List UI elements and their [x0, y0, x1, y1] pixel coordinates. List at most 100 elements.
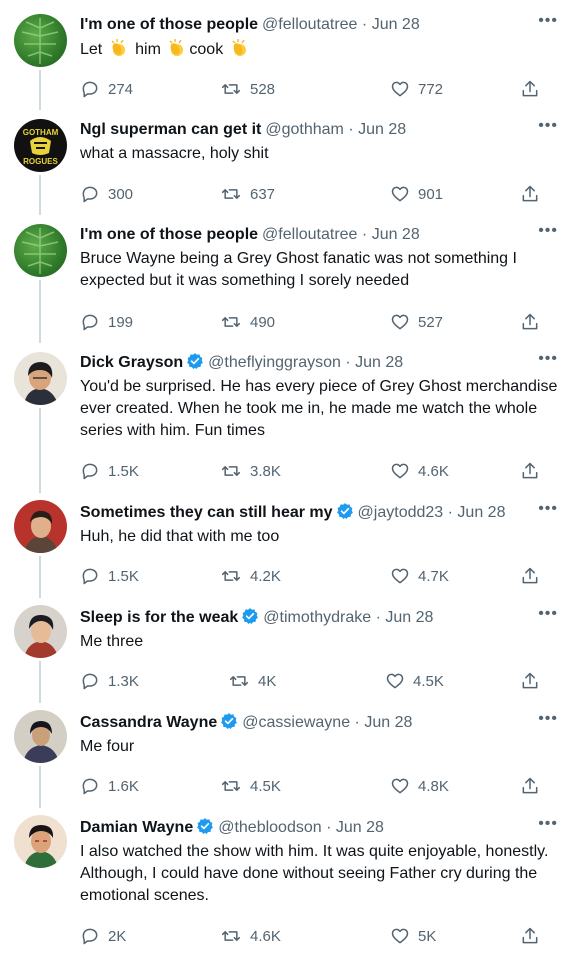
retweet-button[interactable]: 637: [220, 183, 275, 207]
share-icon: [522, 80, 538, 97]
retweet-button[interactable]: 3.8K: [220, 460, 281, 484]
tweet-thread: I'm one of those people @felloutatree · J…: [0, 0, 572, 960]
reply-button[interactable]: 1.5K: [80, 565, 139, 589]
tweet[interactable]: I'm one of those people @felloutatree · J…: [0, 0, 572, 110]
more-options-icon[interactable]: •••: [538, 502, 558, 520]
thread-line: [39, 661, 41, 703]
avatar[interactable]: [14, 14, 67, 67]
avatar[interactable]: [14, 224, 67, 277]
display-name[interactable]: Cassandra Wayne: [80, 714, 217, 731]
share-button[interactable]: [520, 565, 548, 589]
avatar[interactable]: [14, 605, 67, 658]
share-button[interactable]: [520, 460, 548, 484]
display-name[interactable]: I'm one of those people: [80, 16, 258, 33]
like-button[interactable]: 772: [390, 78, 443, 102]
more-options-icon[interactable]: •••: [538, 224, 558, 242]
thread-line: [39, 408, 41, 493]
retweet-button[interactable]: 490: [220, 311, 275, 335]
retweet-icon: [221, 931, 241, 941]
reply-button[interactable]: 1.6K: [80, 775, 139, 799]
like-icon: [391, 928, 409, 944]
handle-and-date[interactable]: @timothydrake · Jun 28: [263, 609, 433, 626]
reply-button[interactable]: 2K: [80, 925, 126, 949]
reply-button[interactable]: 300: [80, 183, 133, 207]
more-options-icon[interactable]: •••: [538, 817, 558, 835]
tweet[interactable]: Sleep is for the weak @timothydrake · Jun…: [0, 593, 572, 703]
display-name[interactable]: I'm one of those people: [80, 226, 258, 243]
reply-icon: [82, 928, 98, 945]
like-icon: [391, 778, 409, 794]
share-button[interactable]: [520, 311, 548, 335]
like-icon: [386, 673, 404, 689]
handle-and-date[interactable]: @thebloodson · Jun 28: [218, 819, 384, 836]
more-options-icon[interactable]: •••: [538, 352, 558, 370]
retweet-button[interactable]: 4.6K: [220, 925, 281, 949]
tweet-text: I also watched the show with him. It was…: [80, 843, 549, 904]
share-button[interactable]: [520, 670, 548, 694]
more-options-icon[interactable]: •••: [538, 607, 558, 625]
like-button[interactable]: 901: [390, 183, 443, 207]
tweet[interactable]: Cassandra Wayne @cassiewayne · Jun 28 •••…: [0, 698, 572, 808]
verified-badge-icon: [187, 353, 204, 370]
handle-and-date[interactable]: @jaytodd23 · Jun 28: [358, 504, 506, 521]
reply-button[interactable]: 199: [80, 311, 133, 335]
share-button[interactable]: [520, 775, 548, 799]
avatar[interactable]: [14, 352, 67, 405]
handle-and-date[interactable]: @felloutatree · Jun 28: [262, 226, 420, 243]
share-icon: [522, 462, 538, 479]
handle-and-date[interactable]: @theflyinggrayson · Jun 28: [208, 354, 403, 371]
like-button[interactable]: 4.5K: [385, 670, 444, 694]
handle-and-date[interactable]: @felloutatree · Jun 28: [262, 16, 420, 33]
more-options-icon[interactable]: •••: [538, 712, 558, 730]
tweet[interactable]: GOTHAM ROGUES Ngl superman can get it @go…: [0, 105, 572, 215]
tweet[interactable]: I'm one of those people @felloutatree · J…: [0, 210, 572, 343]
like-button[interactable]: 527: [390, 311, 443, 335]
tweet[interactable]: Damian Wayne @thebloodson · Jun 28 ••• I …: [0, 803, 572, 960]
verified-badge-icon: [336, 503, 353, 520]
verified-badge-icon: [221, 713, 238, 730]
retweet-button[interactable]: 528: [220, 78, 275, 102]
retweet-button[interactable]: 4.2K: [220, 565, 281, 589]
share-icon: [522, 672, 538, 689]
handle-and-date[interactable]: @gothham · Jun 28: [265, 121, 406, 138]
share-button[interactable]: [520, 183, 548, 207]
retweet-button[interactable]: 4.5K: [220, 775, 281, 799]
like-button[interactable]: 4.7K: [390, 565, 449, 589]
display-name[interactable]: Ngl superman can get it: [80, 121, 261, 138]
more-options-icon[interactable]: •••: [538, 14, 558, 32]
like-button[interactable]: 5K: [390, 925, 436, 949]
tweet-text: Huh, he did that with me too: [80, 528, 280, 545]
retweet-button[interactable]: 4K: [228, 670, 276, 694]
more-options-icon[interactable]: •••: [538, 119, 558, 137]
tweet-text: what a massacre, holy shit: [80, 145, 269, 162]
like-icon: [391, 568, 409, 584]
handle-and-date[interactable]: @cassiewayne · Jun 28: [242, 714, 412, 731]
tweet[interactable]: Sometimes they can still hear my @jaytodd…: [0, 488, 572, 598]
display-name[interactable]: Dick Grayson: [80, 354, 183, 371]
tweet-header: I'm one of those people @felloutatree · J…: [80, 224, 558, 246]
tweet[interactable]: Dick Grayson @theflyinggrayson · Jun 28 •…: [0, 338, 572, 493]
display-name[interactable]: Sometimes they can still hear my: [80, 504, 333, 521]
tweet-header: Damian Wayne @thebloodson · Jun 28 •••: [80, 817, 558, 839]
display-name[interactable]: Damian Wayne: [80, 819, 193, 836]
like-icon: [391, 186, 409, 202]
clapping-hands-emoji: [169, 39, 184, 56]
reply-button[interactable]: 1.5K: [80, 460, 139, 484]
reply-button[interactable]: 1.3K: [80, 670, 139, 694]
retweet-icon: [229, 676, 249, 686]
tweet-text: You'd be surprised. He has every piece o…: [80, 378, 558, 439]
like-button[interactable]: 4.6K: [390, 460, 449, 484]
avatar[interactable]: GOTHAM ROGUES: [14, 119, 67, 172]
like-button[interactable]: 4.8K: [390, 775, 449, 799]
display-name[interactable]: Sleep is for the weak: [80, 609, 238, 626]
reply-button[interactable]: 274: [80, 78, 133, 102]
tweet-header: Cassandra Wayne @cassiewayne · Jun 28 •••: [80, 712, 558, 734]
share-button[interactable]: [520, 78, 548, 102]
retweet-icon: [221, 317, 241, 327]
share-button[interactable]: [520, 925, 548, 949]
avatar[interactable]: [14, 710, 67, 763]
verified-badge-icon: [242, 608, 259, 625]
avatar[interactable]: [14, 815, 67, 868]
reply-icon: [82, 186, 98, 203]
avatar[interactable]: [14, 500, 67, 553]
